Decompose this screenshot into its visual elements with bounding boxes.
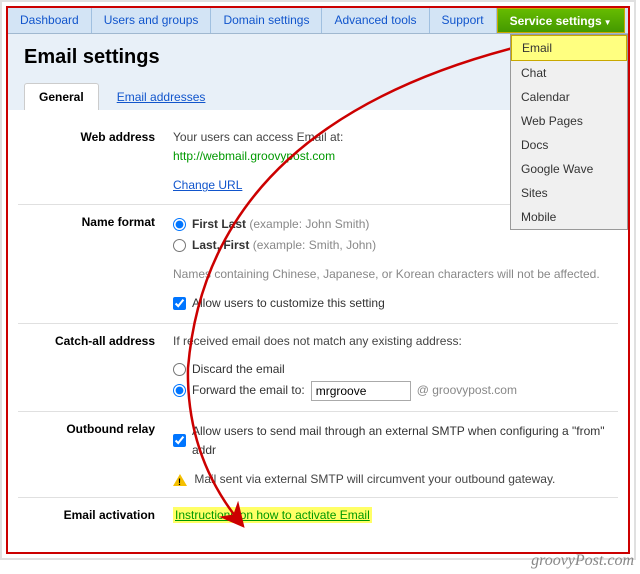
top-nav: Dashboard Users and groups Domain settin… [8,8,628,34]
radio-last-first[interactable] [173,239,186,252]
radio-first-last[interactable] [173,218,186,231]
radio-forward-label: Forward the email to: [192,381,305,400]
service-settings-dropdown: Email Chat Calendar Web Pages Docs Googl… [510,34,628,230]
catch-all-intro: If received email does not match any exi… [173,332,618,351]
nav-service-settings[interactable]: Service settings▼ [497,8,625,33]
section-outbound-relay: Outbound relay Allow users to send mail … [18,420,618,499]
activation-link[interactable]: Instructions on how to activate Email [173,507,372,523]
radio-discard-label: Discard the email [192,360,285,379]
watermark: groovyPost.com [531,552,634,570]
label-web-address: Web address [18,128,173,196]
nav-domain-settings[interactable]: Domain settings [211,8,322,33]
radio-forward[interactable] [173,384,186,397]
dropdown-mobile[interactable]: Mobile [511,205,627,229]
label-catch-all: Catch-all address [18,332,173,402]
warning-icon [173,474,187,486]
section-catch-all: Catch-all address If received email does… [18,332,618,411]
nav-users-groups[interactable]: Users and groups [92,8,212,33]
dropdown-chat[interactable]: Chat [511,61,627,85]
nav-advanced-tools[interactable]: Advanced tools [322,8,429,33]
web-address-url[interactable]: http://webmail.groovypost.com [173,149,335,163]
radio-discard[interactable] [173,363,186,376]
label-activation: Email activation [18,506,173,525]
dropdown-docs[interactable]: Docs [511,133,627,157]
change-url-link[interactable]: Change URL [173,178,242,192]
dropdown-sites[interactable]: Sites [511,181,627,205]
label-outbound: Outbound relay [18,420,173,490]
section-email-activation: Email activation Instructions on how to … [18,506,618,533]
label-name-format: Name format [18,213,173,316]
caret-down-icon: ▼ [604,18,612,27]
check-outbound-allow[interactable] [173,434,186,447]
forward-domain: @ groovypost.com [417,381,517,400]
tab-email-addresses[interactable]: Email addresses [117,84,206,110]
check-outbound-allow-label: Allow users to send mail through an exte… [192,422,618,460]
radio-last-first-label: Last, First (example: Smith, John) [192,236,376,255]
dropdown-calendar[interactable]: Calendar [511,85,627,109]
check-allow-customize[interactable] [173,297,186,310]
dropdown-web-pages[interactable]: Web Pages [511,109,627,133]
outbound-warning: Mail sent via external SMTP will circumv… [194,472,555,486]
dropdown-email[interactable]: Email [511,35,627,61]
radio-first-last-label: First Last (example: John Smith) [192,215,369,234]
forward-input[interactable] [311,381,411,401]
tab-general[interactable]: General [24,83,99,110]
nav-support[interactable]: Support [430,8,497,33]
dropdown-google-wave[interactable]: Google Wave [511,157,627,181]
check-allow-customize-label: Allow users to customize this setting [192,294,385,313]
name-format-note: Names containing Chinese, Japanese, or K… [173,265,618,284]
nav-dashboard[interactable]: Dashboard [8,8,92,33]
